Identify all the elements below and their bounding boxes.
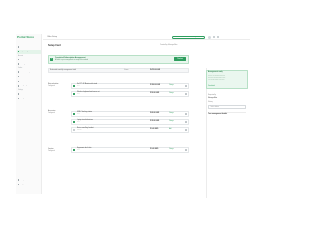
change-link[interactable]: Change bbox=[169, 121, 174, 122]
grid-icon bbox=[18, 50, 20, 53]
item-sub: Optional bbox=[77, 130, 82, 132]
help-icon bbox=[18, 179, 20, 181]
group-status: Configured bbox=[48, 150, 55, 152]
sidebar-item-logout[interactable]: Log out bbox=[17, 183, 41, 187]
logout-icon bbox=[18, 183, 20, 186]
avatar[interactable] bbox=[208, 35, 211, 39]
delivery-select-placeholder: Select address bbox=[210, 106, 220, 108]
sidebar-item-label: My arrangement bbox=[20, 51, 33, 53]
field-value: Manager Alex bbox=[208, 97, 218, 99]
item-price: $ 65.00 USD bbox=[150, 112, 160, 114]
sidebar-item-label: Integrations bbox=[20, 98, 29, 100]
item-sub: Qty 1 bbox=[77, 150, 80, 152]
item-sub: Qty 1 bbox=[77, 86, 80, 88]
banner-title: Completed Subscription Arrangement bbox=[55, 56, 86, 59]
check-icon: ✓ bbox=[50, 57, 53, 61]
change-link[interactable]: Change bbox=[169, 149, 174, 150]
sidebar-item-label: Invoices bbox=[20, 80, 27, 82]
sidebar-item-label: Help center bbox=[20, 179, 29, 181]
notice-title: Arrangement ready bbox=[208, 72, 223, 73]
sidebar-item-returns[interactable]: Returns bbox=[17, 75, 41, 79]
sidebar-item-label: Billing bbox=[20, 63, 25, 65]
page-title: Setup Card bbox=[48, 44, 61, 47]
sidebar-item-invoices[interactable]: Invoices bbox=[17, 79, 41, 83]
sidebar-item-label: Preferences bbox=[20, 93, 30, 95]
more-icon[interactable] bbox=[185, 149, 187, 151]
item-sub: Qty 1 bbox=[77, 94, 80, 96]
return-icon bbox=[18, 76, 20, 78]
change-link[interactable]: Change bbox=[169, 93, 174, 94]
field-label: Requested by bbox=[208, 95, 217, 96]
item-price: $ 0.00 USD bbox=[150, 128, 159, 130]
sidebar-item-label: Team members bbox=[20, 59, 32, 61]
notice-line: You can still change your setup. bbox=[208, 79, 225, 81]
list-icon bbox=[18, 71, 20, 73]
sidebar-item-billing[interactable]: Billing bbox=[17, 62, 41, 66]
sidebar-item-integrations[interactable]: Integrations bbox=[17, 97, 41, 101]
page-header: Office Setup bbox=[47, 36, 57, 38]
item-name: Wireless keyboard and mouse set bbox=[77, 92, 100, 94]
group-status: Configured bbox=[48, 112, 55, 114]
item-sub: Qty 1 bbox=[77, 114, 80, 116]
total-value: $ 472.00 USD bbox=[150, 69, 161, 71]
delivery-select[interactable]: Select address bbox=[208, 104, 246, 109]
item-sub: Qty 1 bbox=[77, 122, 80, 124]
truck-icon bbox=[18, 85, 20, 87]
sidebar-item-my-arrangement[interactable]: My arrangement bbox=[17, 49, 41, 54]
sidebar-item-label: Order history bbox=[20, 71, 30, 73]
sidebar-item-label: Shipping bbox=[20, 85, 27, 87]
view-details-link[interactable]: View details bbox=[208, 86, 215, 87]
checkout-button[interactable]: Checkout bbox=[174, 57, 186, 61]
sidebar-item-label: Returns bbox=[20, 76, 27, 78]
sidebar-item-help[interactable]: Help center bbox=[17, 178, 41, 182]
plug-icon bbox=[18, 97, 20, 100]
item-price: $ 0.00 USD bbox=[150, 148, 159, 150]
sidebar-item-label: Home bbox=[20, 46, 25, 48]
group-label: Accessories Configured bbox=[48, 111, 56, 115]
more-icon[interactable] bbox=[185, 113, 187, 115]
field-label: Delivery bbox=[208, 102, 213, 103]
change-link[interactable]: Change bbox=[169, 113, 174, 114]
gear-icon bbox=[18, 93, 20, 95]
group-label: Furniture Configured bbox=[48, 149, 55, 153]
item-price: $ 35.00 USD bbox=[150, 120, 160, 122]
home-icon bbox=[18, 46, 20, 48]
more-icon[interactable] bbox=[185, 129, 187, 131]
more-icon[interactable] bbox=[185, 121, 187, 123]
document-icon bbox=[18, 80, 20, 83]
more-icon[interactable] bbox=[185, 85, 187, 87]
change-link[interactable]: Change bbox=[169, 85, 174, 86]
sidebar-nav: Home My arrangement Account Team members… bbox=[17, 45, 41, 101]
page-meta: Created by: Manager Alex bbox=[160, 44, 178, 46]
sidebar-item-preferences[interactable]: Preferences bbox=[17, 92, 41, 96]
more-icon[interactable] bbox=[185, 93, 187, 95]
item-price: $ 320.00 USD bbox=[150, 84, 161, 86]
card-icon bbox=[18, 63, 20, 65]
sidebar-item-label: Log out bbox=[20, 184, 26, 186]
total-label: Estimated monthly arrangement total bbox=[50, 69, 77, 71]
group-status: Configured bbox=[48, 85, 55, 87]
sidebar-item-team[interactable]: Team members bbox=[17, 58, 41, 62]
total-count: 4 items bbox=[124, 69, 129, 71]
item-price: $ 52.00 USD bbox=[150, 92, 160, 94]
notice-line: Review your selected items and bbox=[208, 75, 225, 77]
users-icon bbox=[18, 58, 20, 61]
sidebar-item-shipping[interactable]: Shipping bbox=[17, 84, 41, 88]
brand-name: Portal Store bbox=[17, 35, 35, 39]
notice-line: proceed to checkout when ready. bbox=[208, 77, 226, 79]
sidebar-bottom: Help center Log out bbox=[17, 178, 41, 187]
sidebar-item-home[interactable]: Home bbox=[17, 45, 41, 49]
save-checkout-button[interactable]: Save and checkout this arrangement bbox=[172, 35, 205, 39]
sidebar-item-order-history[interactable]: Order history bbox=[17, 70, 41, 74]
brand-logo[interactable]: Portal Store bbox=[17, 35, 41, 39]
item-name: Dell 27" 4K Monitor with stand bbox=[77, 84, 98, 86]
banner-subtitle: All items in your arrangement are ready … bbox=[55, 59, 89, 61]
section-title: Your arrangement details bbox=[208, 114, 228, 115]
group-label: Main workstation Configured bbox=[48, 84, 58, 88]
add-link[interactable]: Add bbox=[169, 129, 171, 130]
